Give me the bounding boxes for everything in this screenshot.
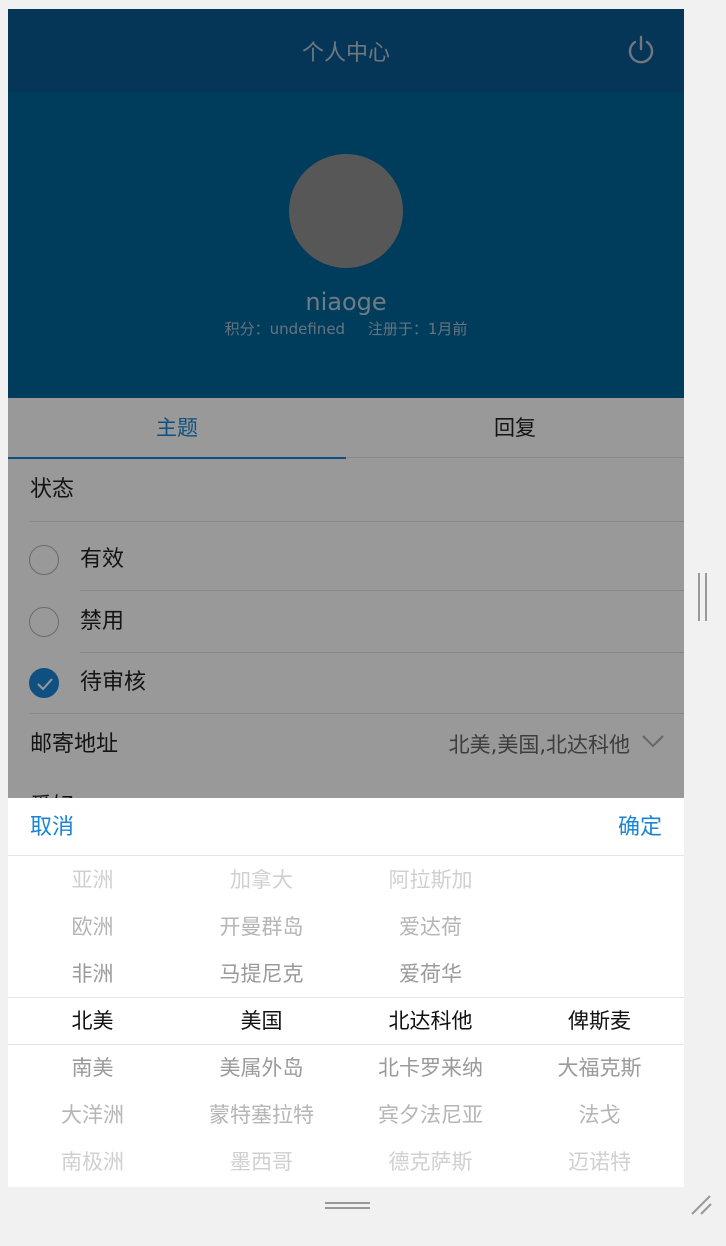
picker-column-2[interactable]: 加拿大开曼群岛马提尼克美国美属外岛蒙特塞拉特墨西哥 bbox=[177, 857, 346, 1187]
picker-option[interactable]: 俾斯麦 bbox=[515, 1006, 684, 1036]
picker-option[interactable]: 亚洲 bbox=[8, 865, 177, 895]
picker-option[interactable]: 开曼群岛 bbox=[177, 912, 346, 942]
picker-option[interactable]: 北美 bbox=[8, 1006, 177, 1036]
picker-option[interactable]: 大福克斯 bbox=[515, 1053, 684, 1083]
picker-option[interactable]: 南美 bbox=[8, 1053, 177, 1083]
picker-option[interactable]: 墨西哥 bbox=[177, 1147, 346, 1177]
picker-option[interactable]: 非洲 bbox=[8, 959, 177, 989]
picker-option[interactable]: 北卡罗来纳 bbox=[346, 1053, 515, 1083]
picker-option[interactable]: 大洋洲 bbox=[8, 1100, 177, 1130]
picker-option[interactable]: 南极洲 bbox=[8, 1147, 177, 1177]
picker-option[interactable]: 北达科他 bbox=[346, 1006, 515, 1036]
picker-option[interactable]: 美属外岛 bbox=[177, 1053, 346, 1083]
picker-option[interactable]: 美国 bbox=[177, 1006, 346, 1036]
resize-corner-icon[interactable] bbox=[690, 1192, 714, 1216]
horizontal-resize-handle-icon[interactable] bbox=[325, 1201, 370, 1210]
picker-option[interactable]: 爱达荷 bbox=[346, 912, 515, 942]
picker-column-1[interactable]: 亚洲欧洲非洲北美南美大洋洲南极洲 bbox=[8, 857, 177, 1187]
modal-overlay[interactable] bbox=[8, 9, 684, 798]
cancel-button[interactable]: 取消 bbox=[30, 798, 74, 858]
picker-option[interactable]: 法戈 bbox=[515, 1100, 684, 1130]
picker-option[interactable]: 欧洲 bbox=[8, 912, 177, 942]
picker-option[interactable]: 蒙特塞拉特 bbox=[177, 1100, 346, 1130]
picker-column-3[interactable]: 阿拉斯加爱达荷爱荷华北达科他北卡罗来纳宾夕法尼亚德克萨斯 bbox=[346, 857, 515, 1187]
picker-wheels: 亚洲 欧洲 非洲 北美 南美 大洋洲 南极洲 加拿大 开曼群岛 马提尼克 美国 美属外岛 蒙特塞拉特 墨西… bbox=[8, 857, 684, 1187]
picker-column-4[interactable]: 俾斯麦大福克斯法戈迈诺特 bbox=[515, 857, 684, 1187]
vertical-resize-handle-icon[interactable] bbox=[697, 573, 709, 621]
confirm-button[interactable]: 确定 bbox=[618, 798, 662, 858]
picker-option[interactable]: 阿拉斯加 bbox=[346, 865, 515, 895]
address-picker: 取消 确定 亚洲 欧洲 非洲 北美 南美 大洋洲 南极洲 加拿大 开曼群岛 马提尼克 美国 美属外岛蒙… bbox=[8, 798, 684, 1187]
app-frame: 个人中心 niaoge 积分：undefined 注册于：1月前 主题 回复 状… bbox=[8, 9, 684, 1187]
picker-option[interactable]: 迈诺特 bbox=[515, 1147, 684, 1177]
picker-option[interactable]: 德克萨斯 bbox=[346, 1147, 515, 1177]
picker-toolbar: 取消 确定 bbox=[8, 798, 684, 856]
picker-option[interactable]: 宾夕法尼亚 bbox=[346, 1100, 515, 1130]
picker-option[interactable]: 马提尼克 bbox=[177, 959, 346, 989]
picker-option[interactable]: 加拿大 bbox=[177, 865, 346, 895]
picker-option[interactable]: 爱荷华 bbox=[346, 959, 515, 989]
